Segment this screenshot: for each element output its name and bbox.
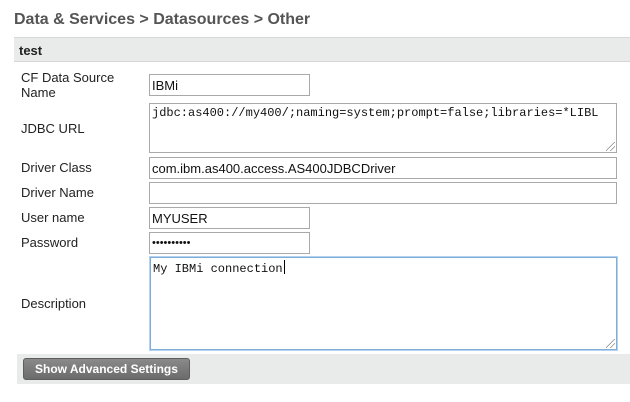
username-label: User name [21, 210, 85, 225]
cf-name-input[interactable] [149, 74, 310, 96]
jdbc-url-label: JDBC URL [21, 121, 85, 136]
section-header: test [14, 37, 630, 62]
description-textarea[interactable]: My IBMi connection [150, 257, 617, 350]
cf-name-label-line1: CF Data Source [21, 70, 115, 85]
show-advanced-settings-button[interactable]: Show Advanced Settings [23, 358, 190, 380]
jdbc-url-text: jdbc:as400://my400/;naming=system;prompt… [152, 106, 599, 120]
password-label: Password [21, 235, 79, 250]
section-title: test [19, 43, 43, 58]
resize-grip-icon[interactable] [606, 339, 615, 348]
text-caret [283, 260, 285, 274]
jdbc-url-input[interactable]: jdbc:as400://my400/;naming=system;prompt… [149, 103, 617, 153]
driver-class-input[interactable] [149, 157, 617, 179]
username-input[interactable] [149, 207, 310, 229]
cf-name-label: CF Data Source Name [21, 70, 114, 100]
password-input[interactable]: •••••••••• [149, 232, 310, 254]
footer-bar: Show Advanced Settings [17, 354, 630, 384]
driver-class-label: Driver Class [21, 160, 92, 175]
resize-grip-icon[interactable] [606, 142, 615, 151]
breadcrumb: Data & Services > Datasources > Other [14, 11, 311, 28]
cf-name-label-line2: Name [21, 85, 56, 100]
description-label: Description [21, 296, 87, 311]
driver-name-label: Driver Name [21, 185, 94, 200]
driver-name-input[interactable] [149, 182, 617, 204]
password-dots: •••••••••• [152, 237, 191, 249]
description-text: My IBMi connection [153, 262, 283, 276]
